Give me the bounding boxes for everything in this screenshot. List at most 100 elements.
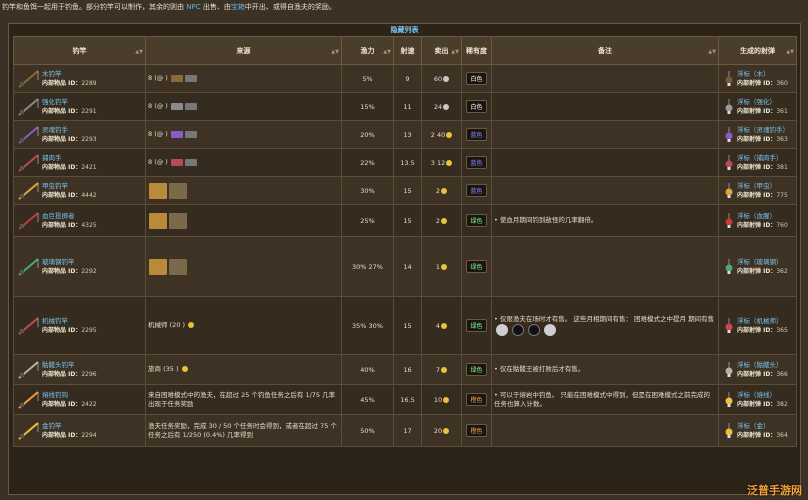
notes-cell: • 可以于熔岩中钓鱼。 只能在困难模式中得到，但是在困难模式之前完成的任务也算入…	[491, 384, 719, 415]
sell-cell: 2 40	[421, 120, 462, 149]
sell-cell: 4	[421, 296, 462, 355]
rod-name-link[interactable]: 灵魂钓手	[42, 126, 68, 134]
power-cell: 20%	[341, 120, 394, 149]
source-cell: 8 (@ )	[145, 92, 342, 121]
rarity-badge: 绿色	[466, 319, 487, 332]
bobber-name-link[interactable]: 浮标（捕肉手）	[737, 154, 783, 162]
fishing-rod-icon	[16, 389, 42, 411]
fishing-rod-icon	[16, 124, 42, 146]
rod-cell: 金钓竿 内部物品 ID：2294	[13, 414, 146, 447]
table-row: 玻璃钢钓竿 内部物品 ID：2292 30% 27% 14 1 绿色 浮标（玻璃钢） 内部射弹…	[13, 236, 797, 297]
coin-icon	[441, 217, 448, 224]
table-row: 甲虫钓竿 内部物品 ID：4442 30% 15 2 蓝色 浮标（甲虫） 内部射弹 ID：77…	[13, 176, 797, 205]
anvil-icon	[184, 102, 197, 110]
table-row: 金钓竿 内部物品 ID：2294 渔夫任务奖励，完成 30 / 50 个任务时会得到…	[13, 414, 797, 447]
material-icon	[170, 130, 183, 138]
bobber-name-link[interactable]: 浮标（金）	[737, 422, 770, 430]
rarity-cell: 绿色	[461, 354, 492, 385]
table-row: 机械钓竿 内部物品 ID：2295 机械师 (20 ) 35% 30% 15 4 绿色 • …	[13, 296, 797, 355]
rarity-cell: 蓝色	[461, 176, 492, 205]
material-icon	[170, 74, 183, 82]
table-row: 捕肉手 内部物品 ID：2421 8 (@ ) 22% 13.5 3 12 蓝色 浮标（捕肉…	[13, 148, 797, 177]
table-caption-toggle[interactable]: 隐藏列表	[9, 24, 800, 36]
header-sell[interactable]: 卖出 ▲▼	[421, 36, 462, 65]
rod-name-link[interactable]: 捕肉手	[42, 154, 62, 162]
header-notes[interactable]: 备注 ▲▼	[491, 36, 719, 65]
bobber-cell: 浮标（强化） 内部射弹 ID：361	[718, 92, 797, 121]
header-power[interactable]: 渔力 ▲▼	[341, 36, 394, 65]
rod-cell: 玻璃钢钓竿 内部物品 ID：2292	[13, 236, 146, 297]
bobber-name-link[interactable]: 浮标（玻璃钢）	[737, 258, 783, 266]
gold-coin-icon	[181, 366, 188, 372]
rod-name-link[interactable]: 金钓竿	[42, 422, 62, 430]
rod-id: 内部物品 ID：2421	[42, 163, 97, 171]
bobber-cell: 浮标（熔线） 内部射弹 ID：382	[718, 384, 797, 415]
anvil-icon	[184, 74, 197, 82]
header-source[interactable]: 来源 ▲▼	[145, 36, 342, 65]
rod-name-link[interactable]: 熔线钓钩	[42, 391, 68, 399]
table-row: 强化钓竿 内部物品 ID：2291 8 (@ ) 15% 11 24 白色 浮标（强化） 内部…	[13, 92, 797, 121]
rod-id: 内部物品 ID：2293	[42, 135, 97, 143]
speed-cell: 13	[393, 120, 422, 149]
bobber-cell: 浮标（金） 内部射弹 ID：364	[718, 414, 797, 447]
speed-cell: 16	[393, 354, 422, 385]
new-moon-icon	[512, 324, 524, 336]
fishing-rod-table-frame: 隐藏列表 钓竿 ▲▼ 来源 ▲▼ 渔力 ▲▼ 射速 卖出 ▲▼ 稀有度 备注 ▲▼ 生成的…	[8, 23, 801, 495]
bobber-name-link[interactable]: 浮标（甲虫）	[737, 182, 776, 190]
notes-cell: • 仅限渔夫在场时才有售。 这些月相期间有售： 困难模式之中提月 期间有售	[491, 296, 719, 355]
npc-link[interactable]: NPC	[186, 3, 200, 11]
coin-icon	[443, 75, 450, 82]
notes-cell: • 仅在骷髅王被打败后才有售。	[491, 354, 719, 385]
rod-name-link[interactable]: 强化钓竿	[42, 98, 68, 106]
rod-name-link[interactable]: 机械钓竿	[42, 317, 68, 325]
header-rarity[interactable]: 稀有度	[461, 36, 492, 65]
crate-icon	[149, 258, 167, 275]
source-cell: 8 (@ )	[145, 64, 342, 93]
intro-part: 出售、由	[200, 3, 231, 11]
crate-icon	[169, 212, 187, 229]
header-bobber[interactable]: 生成的射弹 ▲▼	[718, 36, 797, 65]
bobber-cell: 浮标（骷髅头） 内部射弹 ID：366	[718, 354, 797, 385]
bobber-id: 内部射弹 ID：361	[737, 107, 788, 115]
full-moon-icon	[496, 324, 508, 336]
bobber-name-link[interactable]: 浮标（强化）	[737, 98, 776, 106]
bobber-name-link[interactable]: 浮标（木）	[737, 70, 770, 78]
gold-coin-icon	[188, 322, 195, 328]
header-rod[interactable]: 钓竿 ▲▼	[13, 36, 146, 65]
bobber-id: 内部射弹 ID：381	[737, 163, 788, 171]
fishing-rod-icon	[16, 359, 42, 381]
bobber-name-link[interactable]: 浮标（机械师）	[737, 317, 783, 325]
notes-cell	[491, 176, 719, 205]
rarity-badge: 蓝色	[466, 128, 487, 141]
bobber-name-link[interactable]: 浮标（熔线）	[737, 391, 776, 399]
speed-cell: 11	[393, 92, 422, 121]
rarity-cell: 绿色	[461, 204, 492, 237]
speed-cell: 15	[393, 296, 422, 355]
rarity-cell: 橙色	[461, 384, 492, 415]
bobber-cell: 浮标（灵魂钓手） 内部射弹 ID：363	[718, 120, 797, 149]
rarity-cell: 白色	[461, 92, 492, 121]
power-cell: 30%	[341, 176, 394, 205]
rod-name-link[interactable]: 甲虫钓竿	[42, 182, 68, 190]
table-row: 灵魂钓手 内部物品 ID：2293 8 (@ ) 20% 13 2 40 蓝色 浮标（灵魂钓…	[13, 120, 797, 149]
rarity-badge: 橙色	[466, 424, 487, 437]
bobber-id: 内部射弹 ID：360	[737, 79, 788, 87]
rod-name-link[interactable]: 玻璃钢钓竿	[42, 258, 75, 266]
source-cell: 8 (@ )	[145, 120, 342, 149]
bobber-id: 内部射弹 ID：365	[737, 326, 788, 334]
bobber-cell: 浮标（机械师） 内部射弹 ID：365	[718, 296, 797, 355]
rod-name-link[interactable]: 骷髅头钓竿	[42, 361, 75, 369]
bobber-name-link[interactable]: 浮标（血腥）	[737, 212, 776, 220]
bobber-name-link[interactable]: 浮标（骷髅头）	[737, 361, 783, 369]
rod-name-link[interactable]: 木钓竿	[42, 70, 62, 78]
header-speed[interactable]: 射速	[393, 36, 422, 65]
bobber-icon	[724, 258, 734, 275]
bobber-id: 内部射弹 ID：382	[737, 400, 788, 408]
bobber-name-link[interactable]: 浮标（灵魂钓手）	[737, 126, 789, 134]
chest-link[interactable]: 宝箱	[231, 3, 245, 11]
power-cell: 5%	[341, 64, 394, 93]
sort-icon: ▲▼	[331, 49, 339, 55]
intro-text: 钓竿和鱼饵一起用于钓鱼。部分钓竿可以制作，其余的则由 NPC 出售、由宝箱中开出…	[2, 2, 802, 12]
rod-name-link[interactable]: 血巨投掷者	[42, 212, 75, 220]
rarity-cell: 白色	[461, 64, 492, 93]
